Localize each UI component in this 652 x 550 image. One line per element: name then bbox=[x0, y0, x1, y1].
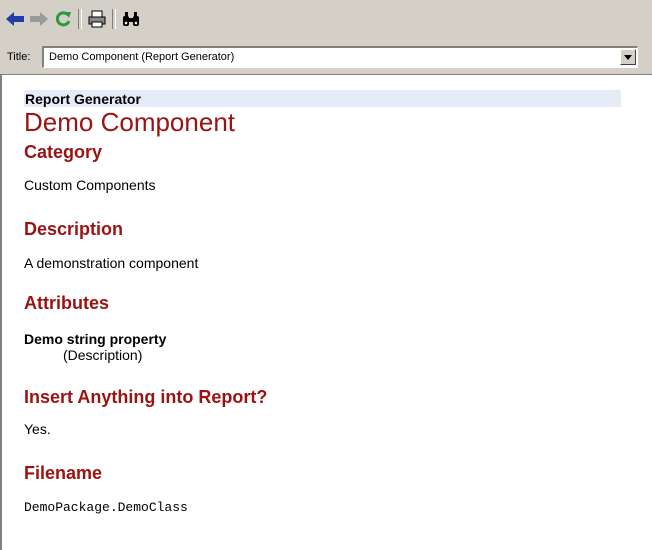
printer-icon bbox=[88, 10, 106, 28]
doc-header: Report Generator bbox=[25, 91, 141, 107]
insert-heading: Insert Anything into Report? bbox=[24, 387, 268, 407]
attribute-description: (Description) bbox=[63, 347, 143, 363]
title-label: Title: bbox=[7, 51, 31, 63]
page-title: Demo Component bbox=[24, 107, 235, 137]
forward-button[interactable] bbox=[28, 8, 50, 30]
toolbar bbox=[4, 6, 144, 32]
binoculars-icon bbox=[123, 12, 139, 26]
print-button[interactable] bbox=[86, 8, 108, 30]
chevron-down-icon bbox=[624, 54, 632, 60]
description-text: A demonstration component bbox=[24, 255, 199, 271]
filename-text: DemoPackage.DemoClass bbox=[24, 500, 188, 515]
description-heading: Description bbox=[24, 219, 124, 239]
refresh-button[interactable] bbox=[52, 8, 74, 30]
attribute-name: Demo string property bbox=[24, 331, 167, 347]
back-button[interactable] bbox=[4, 8, 26, 30]
doc-header-bar: Report Generator bbox=[24, 90, 621, 107]
content-frame-left-border bbox=[0, 74, 2, 550]
toolbar-separator bbox=[78, 9, 82, 29]
insert-text: Yes. bbox=[24, 421, 51, 437]
browser-toolbar-area: Title: Demo Component (Report Generator) bbox=[0, 0, 652, 74]
category-heading: Category bbox=[24, 142, 103, 162]
arrow-right-icon bbox=[30, 12, 48, 26]
title-dropdown[interactable]: Demo Component (Report Generator) bbox=[42, 46, 638, 68]
category-text: Custom Components bbox=[24, 177, 156, 193]
attributes-heading: Attributes bbox=[24, 293, 109, 313]
dropdown-button[interactable] bbox=[620, 49, 636, 65]
arrow-left-icon bbox=[6, 12, 24, 26]
refresh-icon bbox=[55, 11, 71, 27]
filename-heading: Filename bbox=[24, 463, 103, 483]
find-button[interactable] bbox=[120, 8, 142, 30]
toolbar-separator bbox=[112, 9, 116, 29]
content-frame-border bbox=[0, 74, 652, 75]
title-dropdown-value: Demo Component (Report Generator) bbox=[49, 51, 235, 63]
